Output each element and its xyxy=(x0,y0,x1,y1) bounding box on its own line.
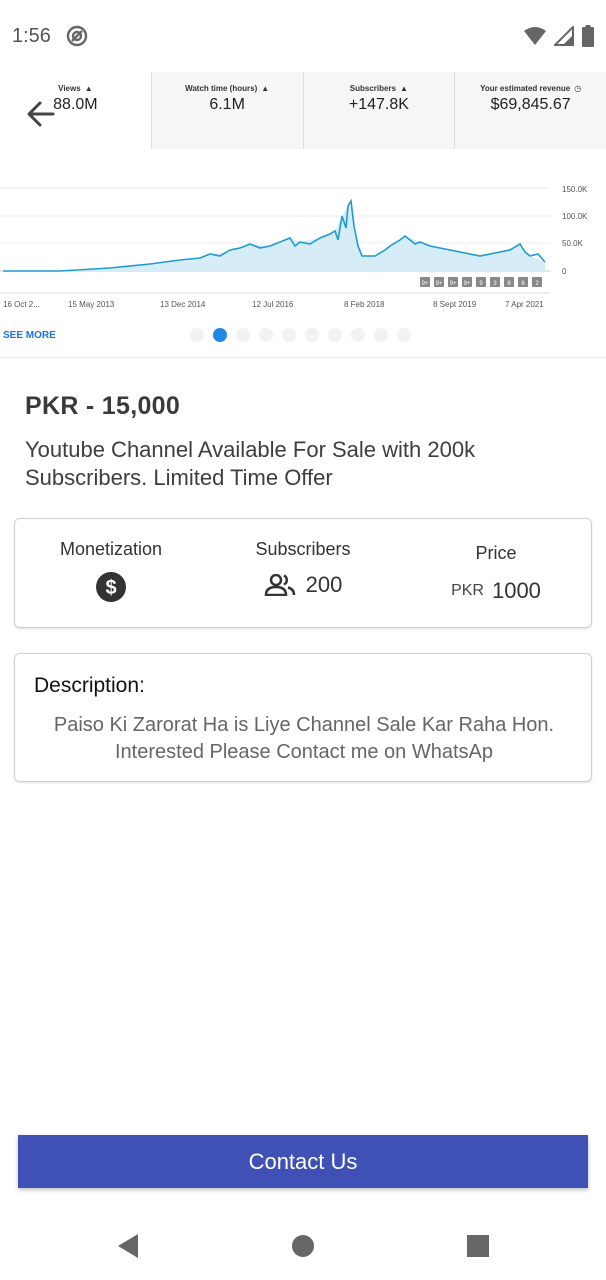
price-column: Price PKR 1000 xyxy=(399,519,593,629)
monetization-column: Monetization $ xyxy=(15,519,207,629)
views-chart: 150.0K 100.0K 50.0K 0 16 Oct 2... 15 May… xyxy=(0,185,588,309)
x-tick: 12 Jul 2016 xyxy=(252,300,294,309)
image-pager-dots[interactable] xyxy=(190,328,411,342)
pager-dot[interactable] xyxy=(351,328,365,342)
price-value: 1000 xyxy=(491,578,541,603)
pager-dot[interactable] xyxy=(305,328,319,342)
pager-dot[interactable] xyxy=(374,328,388,342)
x-tick: 8 Feb 2018 xyxy=(344,300,385,309)
y-tick: 50.0K xyxy=(562,239,584,248)
subscribers-column: Subscribers 200 xyxy=(207,519,399,629)
description-body: Paiso Ki Zarorat Ha is Liye Channel Sale… xyxy=(53,714,555,763)
x-tick: 7 Apr 2021 xyxy=(505,300,544,309)
x-tick: 15 May 2013 xyxy=(68,300,115,309)
metric-views: Views ▲ 88.0M xyxy=(0,72,152,149)
y-tick: 100.0K xyxy=(562,212,588,221)
pager-dot[interactable] xyxy=(190,328,204,342)
listing-price: PKR - 15,000 xyxy=(25,392,181,420)
arrow-back-icon xyxy=(27,101,55,127)
status-bar: 1:56 xyxy=(0,0,606,72)
chart-area-fill xyxy=(3,201,545,271)
subscribers-label: Subscribers xyxy=(255,539,351,559)
dollar-icon: $ xyxy=(96,572,126,602)
nav-home-icon[interactable] xyxy=(289,1232,317,1260)
x-tick: 16 Oct 2... xyxy=(3,300,40,309)
svg-text:9+: 9+ xyxy=(464,281,471,287)
price-label: Price xyxy=(475,543,517,563)
metric-subscribers: Subscribers ▲ +147.8K xyxy=(303,72,456,149)
chart-markers: 9+ 9+ 9+ 9+ 9 3 8 6 2 xyxy=(420,277,542,287)
signal-icon xyxy=(554,26,574,46)
svg-text:$: $ xyxy=(105,577,116,599)
see-more-link: SEE MORE xyxy=(3,330,56,341)
status-time: 1:56 xyxy=(12,24,51,47)
description-heading: Description: xyxy=(34,674,145,697)
warning-icon: ▲ xyxy=(84,84,93,93)
system-nav-bar xyxy=(0,1210,606,1280)
pager-dot[interactable] xyxy=(397,328,411,342)
x-tick: 8 Sept 2019 xyxy=(433,300,477,309)
svg-text:9+: 9+ xyxy=(422,281,429,287)
description-card: Description: Paiso Ki Zarorat Ha is Liye… xyxy=(14,653,592,782)
warning-icon: ▲ xyxy=(261,84,270,93)
metrics-row: Views ▲ 88.0M Watch time (hours) ▲ 6.1M Su… xyxy=(0,72,606,149)
subscribers-count: 200 xyxy=(305,572,343,597)
pager-dot-active[interactable] xyxy=(213,328,227,342)
back-button[interactable] xyxy=(26,99,56,129)
people-icon xyxy=(264,574,295,596)
nav-back-icon[interactable] xyxy=(114,1232,142,1260)
pager-dot[interactable] xyxy=(328,328,342,342)
y-tick: 150.0K xyxy=(562,185,588,194)
app-notification-icon xyxy=(66,25,88,47)
listing-info-card: Monetization $ Subscribers 200 Price PKR… xyxy=(14,518,592,628)
monetization-label: Monetization xyxy=(59,539,163,559)
svg-text:9+: 9+ xyxy=(450,281,457,287)
wifi-icon xyxy=(524,27,546,45)
contact-us-button[interactable]: Contact Us xyxy=(18,1135,588,1188)
y-tick: 0 xyxy=(562,267,567,276)
metric-watch-time: Watch time (hours) ▲ 6.1M xyxy=(151,72,304,149)
pager-dot[interactable] xyxy=(259,328,273,342)
nav-recents-icon[interactable] xyxy=(464,1232,492,1260)
channel-stats-image: Views ▲ 88.0M Watch time (hours) ▲ 6.1M Su… xyxy=(0,72,606,358)
x-tick: 13 Dec 2014 xyxy=(160,300,206,309)
listing-title: Youtube Channel Available For Sale with … xyxy=(25,437,476,490)
svg-text:9+: 9+ xyxy=(436,281,443,287)
pager-dot[interactable] xyxy=(282,328,296,342)
clock-icon: ◷ xyxy=(574,84,582,93)
price-currency: PKR xyxy=(451,582,484,599)
warning-icon: ▲ xyxy=(400,84,408,93)
metric-revenue: Your estimated revenue ◷ $69,845.67 xyxy=(455,72,606,149)
pager-dot[interactable] xyxy=(236,328,250,342)
battery-icon xyxy=(582,25,594,47)
